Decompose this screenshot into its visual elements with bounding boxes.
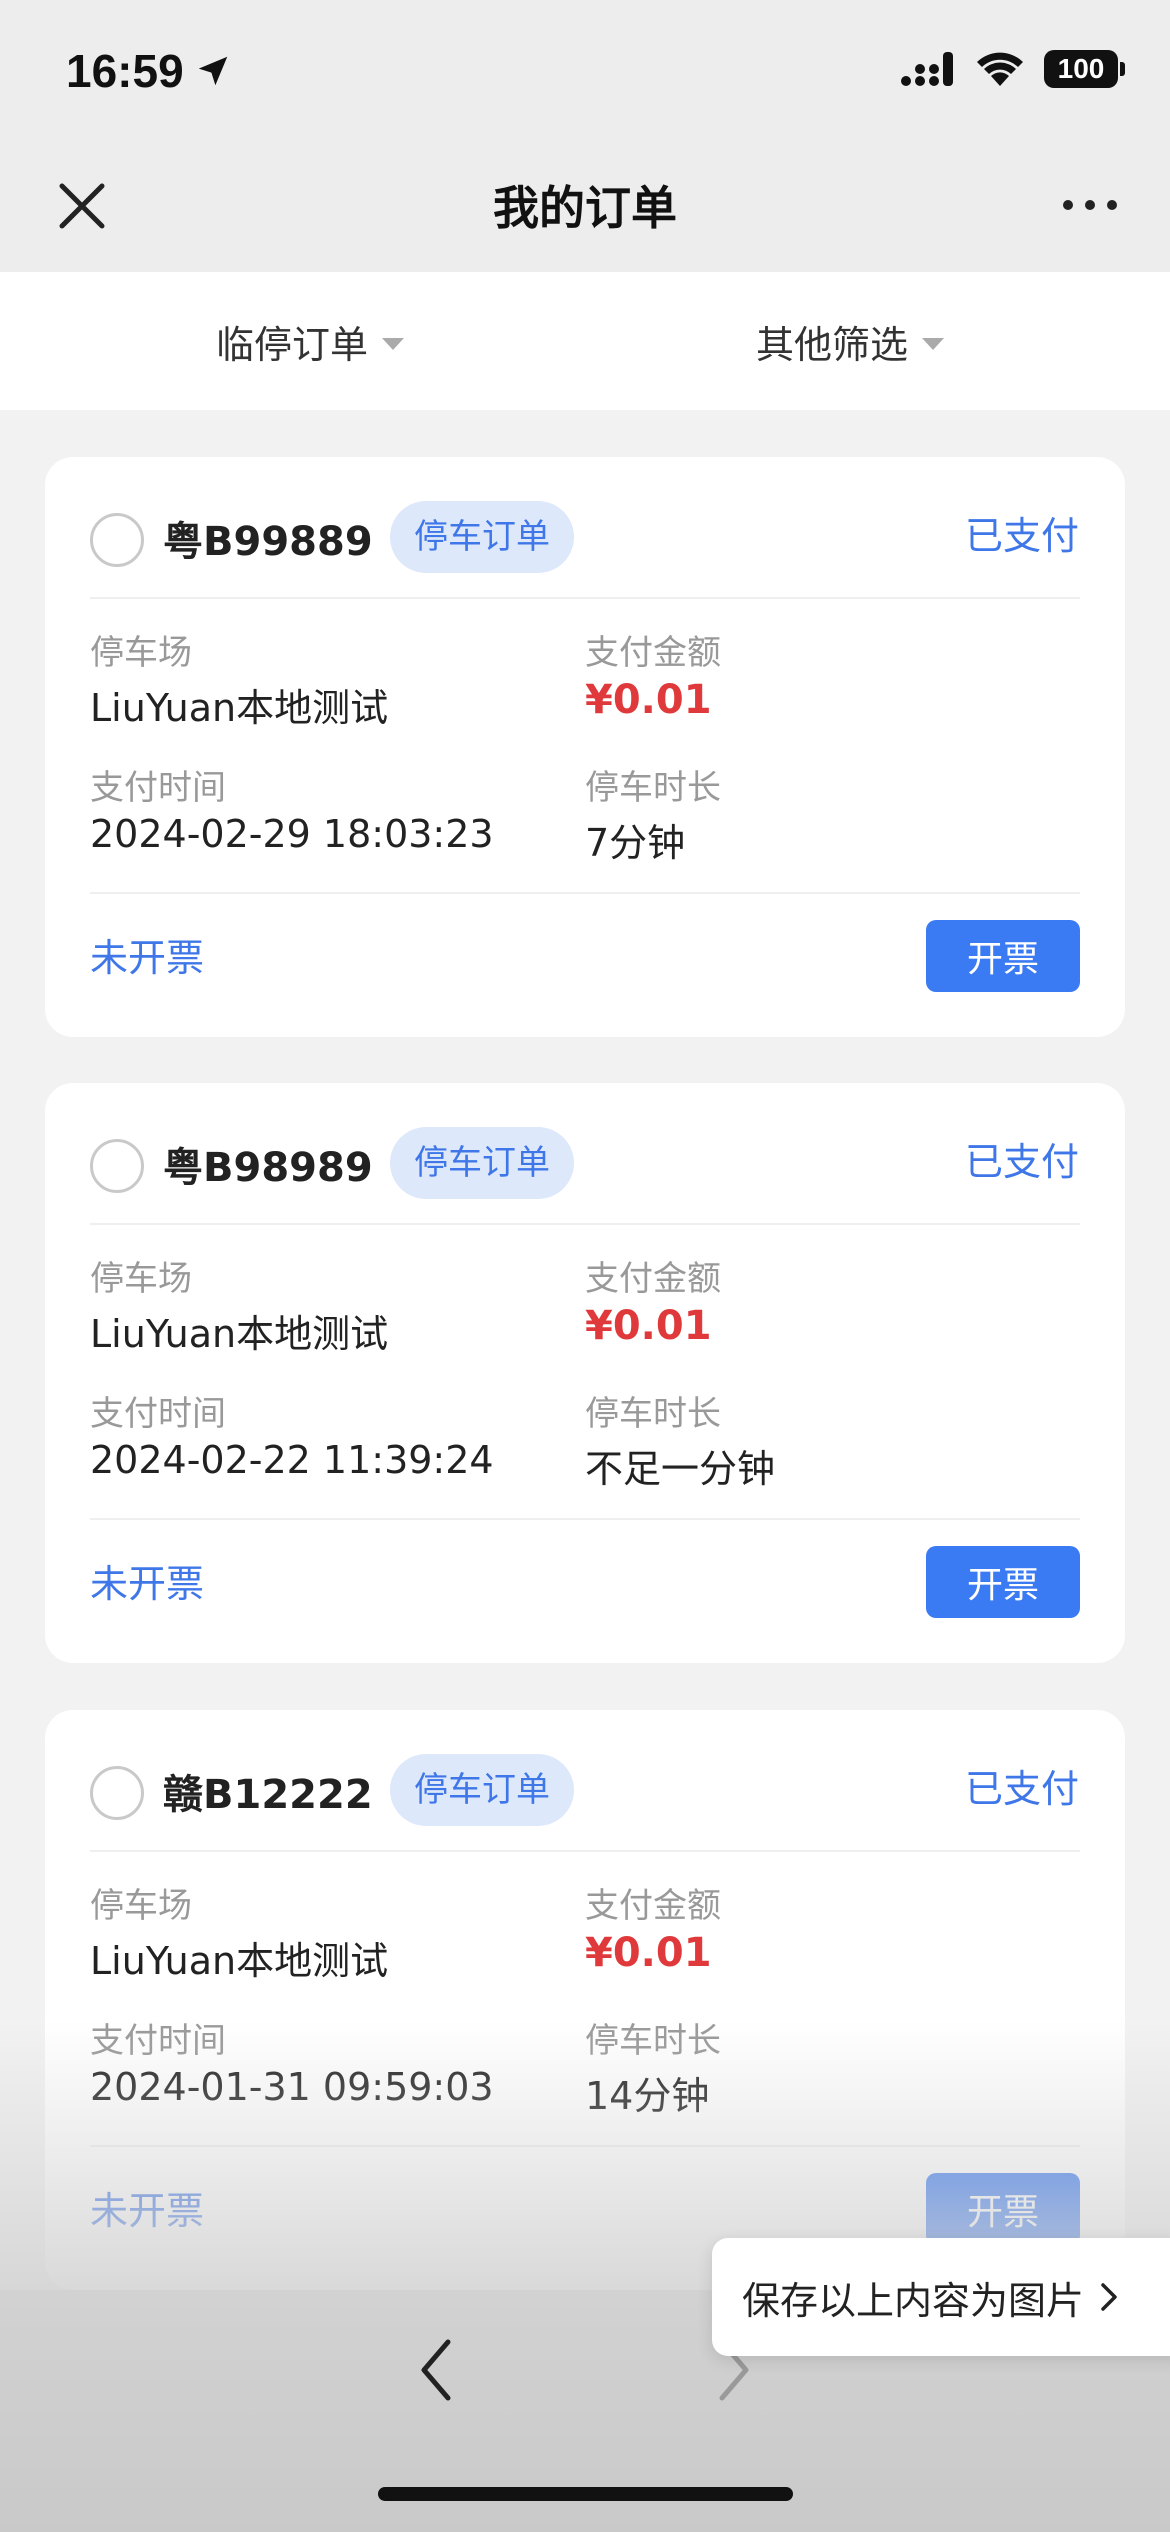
invoice-button[interactable]: 开票 bbox=[926, 920, 1080, 992]
save-as-image-button[interactable]: 保存以上内容为图片 bbox=[712, 2238, 1170, 2356]
pay-time-label: 支付时间 bbox=[90, 2021, 226, 2061]
duration-label: 停车时长 bbox=[585, 768, 721, 808]
cellular-signal-icon bbox=[901, 52, 953, 86]
pay-amount-value: ¥0.01 bbox=[585, 1930, 712, 1976]
duration-value: 7分钟 bbox=[585, 821, 686, 865]
divider bbox=[90, 2145, 1080, 2147]
order-type-tag: 停车订单 bbox=[390, 1127, 574, 1199]
order-card: 赣B12222 停车订单 已支付 停车场 支付金额 LiuYuan本地测试 ¥0… bbox=[45, 1710, 1125, 2290]
pay-time-value: 2024-01-31 09:59:03 bbox=[90, 2065, 494, 2109]
parking-lot-value: LiuYuan本地测试 bbox=[90, 1312, 389, 1356]
duration-label: 停车时长 bbox=[585, 2021, 721, 2061]
license-plate: 粤B98989 bbox=[163, 1145, 373, 1191]
order-card: 粤B99889 停车订单 已支付 停车场 支付金额 LiuYuan本地测试 ¥0… bbox=[45, 457, 1125, 1037]
order-type-tag: 停车订单 bbox=[390, 1754, 574, 1826]
status-indicators: 100 bbox=[900, 50, 1125, 88]
status-time-text: 16:59 bbox=[66, 45, 184, 97]
status-time: 16:59 bbox=[66, 44, 232, 98]
wifi-icon bbox=[977, 52, 1023, 86]
license-plate: 粤B99889 bbox=[163, 519, 373, 565]
duration-label: 停车时长 bbox=[585, 1394, 721, 1434]
invoice-button[interactable]: 开票 bbox=[926, 1546, 1080, 1618]
order-card: 粤B98989 停车订单 已支付 停车场 支付金额 LiuYuan本地测试 ¥0… bbox=[45, 1083, 1125, 1663]
invoice-status: 未开票 bbox=[90, 936, 205, 980]
payment-status: 已支付 bbox=[964, 1140, 1079, 1184]
pay-amount-label: 支付金额 bbox=[585, 1259, 721, 1299]
page-title: 我的订单 bbox=[493, 181, 677, 235]
filter-order-type-label: 临停订单 bbox=[216, 322, 369, 367]
pay-amount-label: 支付金额 bbox=[585, 633, 721, 673]
dropdown-arrow-icon bbox=[382, 338, 405, 350]
invoice-button[interactable]: 开票 bbox=[926, 2173, 1080, 2245]
filter-bar: 临停订单 其他筛选 bbox=[0, 272, 1170, 410]
parking-lot-value: LiuYuan本地测试 bbox=[90, 1939, 389, 1983]
pay-time-label: 支付时间 bbox=[90, 1394, 226, 1434]
parking-lot-value: LiuYuan本地测试 bbox=[90, 686, 389, 730]
invoice-status: 未开票 bbox=[90, 1562, 205, 1606]
status-bar: 16:59 100 bbox=[0, 0, 1170, 150]
payment-status: 已支付 bbox=[964, 1767, 1079, 1811]
battery-level: 100 bbox=[1057, 53, 1105, 84]
duration-value: 14分钟 bbox=[585, 2074, 710, 2118]
dropdown-arrow-icon bbox=[922, 338, 945, 350]
order-select-radio[interactable] bbox=[90, 1139, 144, 1193]
filter-other-label: 其他筛选 bbox=[756, 322, 909, 367]
pay-time-value: 2024-02-29 18:03:23 bbox=[90, 812, 494, 856]
license-plate: 赣B12222 bbox=[163, 1772, 373, 1818]
divider bbox=[90, 1518, 1080, 1520]
divider bbox=[90, 1223, 1080, 1225]
parking-lot-label: 停车场 bbox=[90, 1259, 192, 1299]
pay-amount-value: ¥0.01 bbox=[585, 677, 712, 723]
location-arrow-icon bbox=[198, 56, 227, 86]
divider bbox=[90, 892, 1080, 894]
duration-value: 不足一分钟 bbox=[585, 1447, 776, 1491]
order-select-radio[interactable] bbox=[90, 1766, 144, 1820]
order-select-radio[interactable] bbox=[90, 513, 144, 567]
battery-icon: 100 bbox=[1044, 50, 1125, 88]
home-indicator bbox=[378, 2487, 793, 2501]
pay-time-value: 2024-02-22 11:39:24 bbox=[90, 1438, 494, 1482]
save-as-image-label: 保存以上内容为图片 bbox=[742, 2278, 1085, 2323]
filter-order-type[interactable]: 临停订单 bbox=[216, 272, 405, 410]
more-options-icon[interactable] bbox=[1060, 190, 1120, 220]
chevron-right-icon bbox=[1101, 2283, 1117, 2311]
back-arrow-icon[interactable] bbox=[410, 2330, 460, 2410]
divider bbox=[90, 597, 1080, 599]
filter-other[interactable]: 其他筛选 bbox=[756, 272, 945, 410]
parking-lot-label: 停车场 bbox=[90, 633, 192, 673]
divider bbox=[90, 1850, 1080, 1852]
pay-amount-value: ¥0.01 bbox=[585, 1303, 712, 1349]
nav-bar: 我的订单 bbox=[0, 150, 1170, 272]
invoice-status: 未开票 bbox=[90, 2189, 205, 2233]
order-type-tag: 停车订单 bbox=[390, 501, 574, 573]
payment-status: 已支付 bbox=[964, 514, 1079, 558]
pay-amount-label: 支付金额 bbox=[585, 1886, 721, 1926]
pay-time-label: 支付时间 bbox=[90, 768, 226, 808]
parking-lot-label: 停车场 bbox=[90, 1886, 192, 1926]
